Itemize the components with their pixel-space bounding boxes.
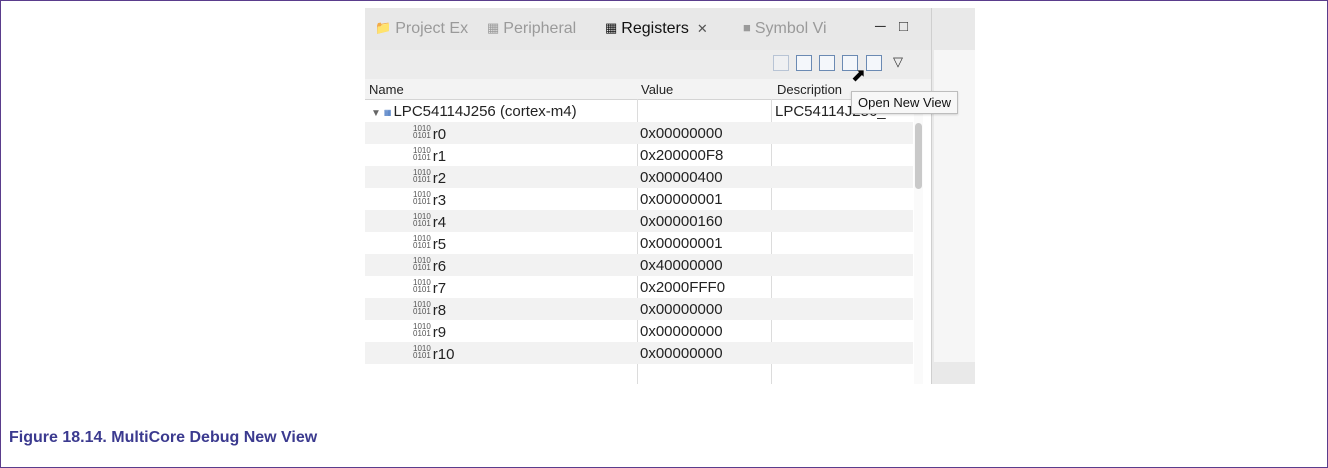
register-icon: 1010 0101 <box>413 278 431 294</box>
symbol-viewer-icon: ■ <box>743 20 751 35</box>
register-value: 0x00000000 <box>640 345 723 362</box>
register-value: 0x00000160 <box>640 213 723 230</box>
expand-arrow-icon[interactable]: ▼ <box>371 108 381 119</box>
register-value: 0x00000000 <box>640 323 723 340</box>
register-icon: 1010 0101 <box>413 234 431 250</box>
register-value: 0x00000000 <box>640 301 723 318</box>
register-value: 0x2000FFF0 <box>640 279 726 296</box>
register-icon: 1010 0101 <box>413 146 431 162</box>
register-name: 1010 0101 r6 <box>413 256 447 276</box>
register-name: 1010 0101 r8 <box>413 300 447 320</box>
register-value: 0x00000001 <box>640 191 723 208</box>
register-icon: 1010 0101 <box>413 344 431 360</box>
register-name-text: r6 <box>432 258 447 275</box>
register-name: 1010 0101 r9 <box>413 322 447 342</box>
register-icon: 1010 0101 <box>413 322 431 338</box>
tab-registers-label: Registers <box>621 20 689 37</box>
figure-caption: Figure 18.14. MultiCore Debug New View <box>9 429 318 446</box>
register-name-text: r9 <box>432 324 447 341</box>
register-name-text: r10 <box>432 346 455 363</box>
maximize-icon[interactable]: □ <box>899 18 908 35</box>
column-description-header[interactable]: Description <box>777 82 842 97</box>
register-name-text: r5 <box>432 236 447 253</box>
tab-project-explorer[interactable]: 📁 Project Ex <box>375 20 468 38</box>
right-side-panel <box>931 8 975 384</box>
register-name-text: r1 <box>432 148 447 165</box>
minimize-icon[interactable]: ─ <box>875 18 886 35</box>
view-menu-icon[interactable]: ▽ <box>893 54 903 70</box>
register-row[interactable]: 1010 0101 r5 0x00000001 <box>365 232 913 254</box>
register-row[interactable]: 1010 0101 r3 0x00000001 <box>365 188 913 210</box>
view-tab-bar: 📁 Project Ex ▦ Peripheral ▦ Registers ✕ ■ Sym… <box>365 8 931 50</box>
column-value-header[interactable]: Value <box>641 82 673 97</box>
tab-registers[interactable]: ▦ Registers ✕ <box>605 20 708 38</box>
register-name: 1010 0101 r2 <box>413 168 447 188</box>
tab-peripheral[interactable]: ▦ Peripheral <box>487 20 576 38</box>
register-value: 0x00000001 <box>640 235 723 252</box>
scrollbar-thumb[interactable] <box>915 123 922 189</box>
register-row[interactable]: 1010 0101 r2 0x00000400 <box>365 166 913 188</box>
group-label: ▼ ▦ LPC54114J256 (cortex-m4) <box>371 103 577 120</box>
refresh-icon[interactable] <box>796 55 812 71</box>
tab-peripheral-label: Peripheral <box>503 20 577 37</box>
register-name: 1010 0101 r7 <box>413 278 447 298</box>
register-icon: 1010 0101 <box>413 124 431 140</box>
register-icon: 1010 0101 <box>413 190 431 206</box>
register-value: 0x00000000 <box>640 125 723 142</box>
close-tab-icon[interactable]: ✕ <box>697 21 708 36</box>
register-row[interactable]: 1010 0101 r0 0x00000000 <box>365 122 913 144</box>
register-row[interactable]: 1010 0101 r1 0x200000F8 <box>365 144 913 166</box>
register-name: 1010 0101 r5 <box>413 234 447 254</box>
mouse-cursor-icon: ⬈ <box>851 65 867 85</box>
register-row[interactable]: 1010 0101 r4 0x00000160 <box>365 210 913 232</box>
register-name: 1010 0101 r10 <box>413 344 455 364</box>
register-value: 0x40000000 <box>640 257 723 274</box>
pin-view-icon[interactable] <box>866 55 882 71</box>
project-explorer-icon: 📁 <box>375 20 392 35</box>
register-row[interactable]: 1010 0101 r6 0x40000000 <box>365 254 913 276</box>
register-name-text: r3 <box>432 192 447 209</box>
register-value: 0x200000F8 <box>640 147 724 164</box>
tab-symbol-viewer-label: Symbol Vi <box>754 20 827 37</box>
register-value: 0x00000400 <box>640 169 723 186</box>
register-row[interactable]: 1010 0101 r8 0x00000000 <box>365 298 913 320</box>
core-icon: ▦ <box>383 108 392 117</box>
register-name-text: r2 <box>432 170 447 187</box>
group-name: LPC54114J256 (cortex-m4) <box>393 103 577 120</box>
peripheral-icon: ▦ <box>487 20 500 35</box>
register-icon: 1010 0101 <box>413 256 431 272</box>
register-row[interactable]: 1010 0101 r10 0x00000000 <box>365 342 913 364</box>
registers-view-screenshot: 📁 Project Ex ▦ Peripheral ▦ Registers ✕ ■ Sym… <box>365 8 975 384</box>
register-name-text: r7 <box>432 280 447 297</box>
toolbar-disabled-icon[interactable] <box>773 55 789 71</box>
register-name: 1010 0101 r0 <box>413 124 447 144</box>
collapse-all-icon[interactable] <box>819 55 835 71</box>
table-header: Name Value Description <box>365 79 931 100</box>
register-name-text: r0 <box>432 126 447 143</box>
register-row[interactable]: 1010 0101 r7 0x2000FFF0 <box>365 276 913 298</box>
register-name-text: r8 <box>432 302 447 319</box>
column-name-header[interactable]: Name <box>369 82 404 97</box>
register-icon: 1010 0101 <box>413 168 431 184</box>
registers-icon: ▦ <box>605 20 618 35</box>
register-row[interactable]: 1010 0101 r9 0x00000000 <box>365 320 913 342</box>
tab-project-explorer-label: Project Ex <box>395 20 469 37</box>
register-name-text: r4 <box>432 214 447 231</box>
registers-table: Name Value Description ▼ ▦ LPC54114J256 (c… <box>365 79 931 384</box>
register-name: 1010 0101 r4 <box>413 212 447 232</box>
open-new-view-tooltip: Open New View <box>851 91 958 114</box>
tab-symbol-viewer[interactable]: ■ Symbol Vi <box>743 20 827 38</box>
register-icon: 1010 0101 <box>413 300 431 316</box>
register-icon: 1010 0101 <box>413 212 431 228</box>
register-name: 1010 0101 r1 <box>413 146 447 166</box>
register-group-row[interactable]: ▼ ▦ LPC54114J256 (cortex-m4) LPC54114J256_ <box>365 100 913 122</box>
register-name: 1010 0101 r3 <box>413 190 447 210</box>
